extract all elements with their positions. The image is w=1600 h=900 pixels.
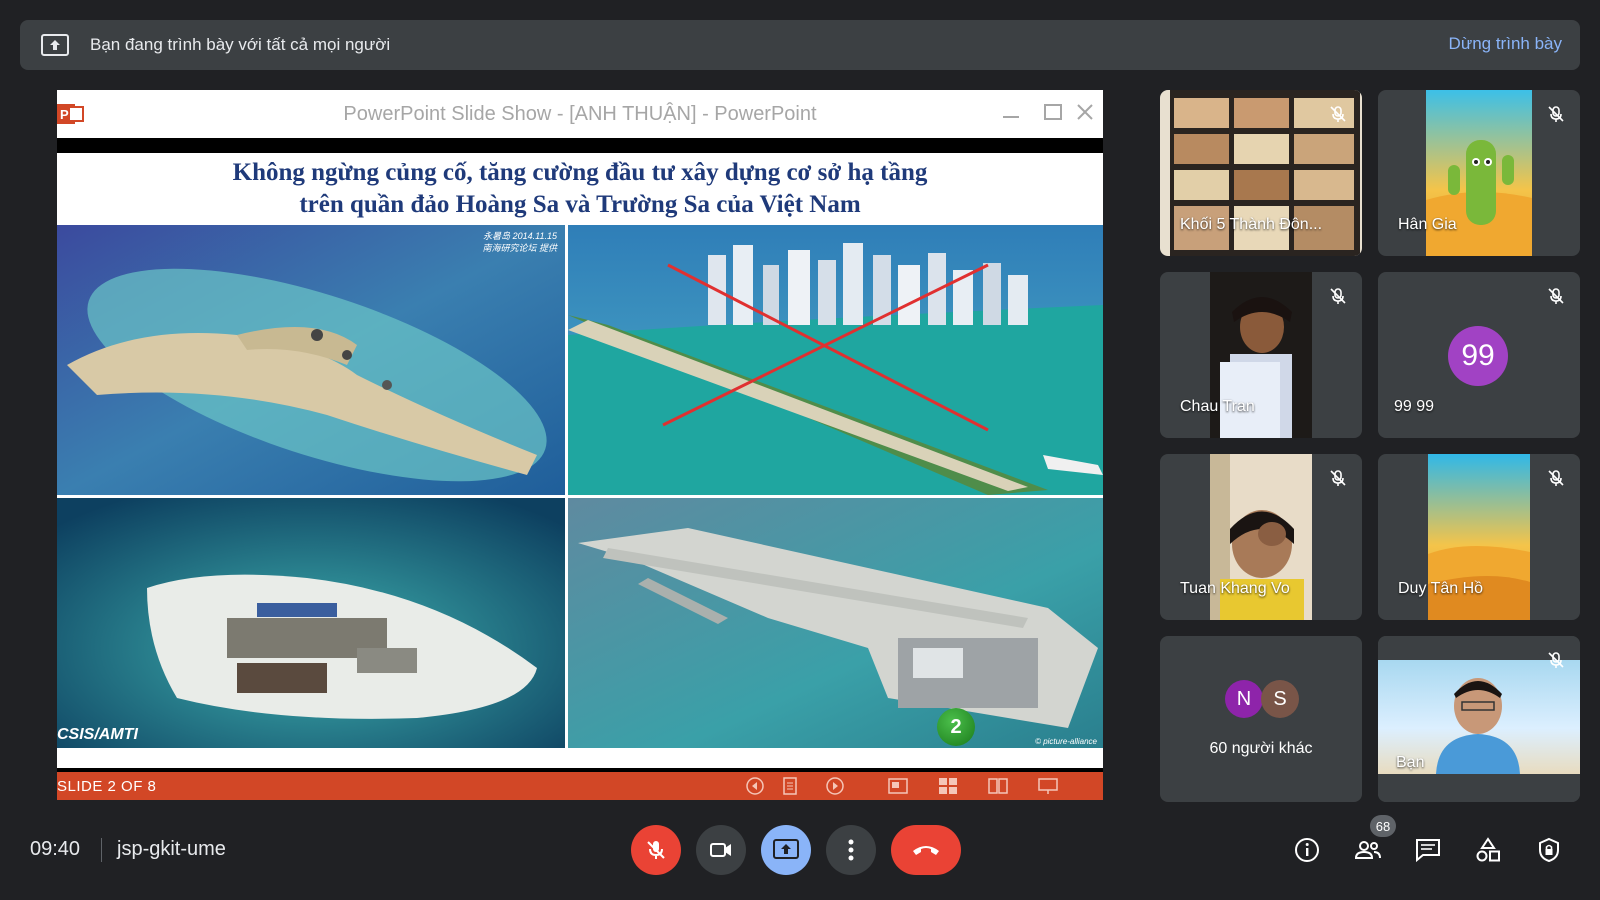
slide: Không ngừng củng cố, tăng cường đầu tư x… <box>57 153 1103 768</box>
meeting-details-button[interactable] <box>1292 836 1322 864</box>
activities-button[interactable] <box>1473 836 1503 864</box>
muted-mic-icon <box>1326 102 1350 126</box>
present-screen-icon <box>40 33 70 57</box>
presentation-window: P PowerPoint Slide Show - [ANH THUẬN] - … <box>57 90 1103 800</box>
people-button[interactable] <box>1353 836 1383 864</box>
slide-heading-line1: Không ngừng củng cố, tăng cường đầu tư x… <box>232 159 928 186</box>
divider <box>101 838 102 862</box>
muted-mic-icon <box>1326 466 1350 490</box>
chat-button[interactable] <box>1413 836 1443 864</box>
slide-heading: Không ngừng củng cố, tăng cường đầu tư x… <box>57 153 1103 225</box>
ppt-window-title: PowerPoint Slide Show - [ANH THUẬN] - Po… <box>343 102 817 125</box>
participant-name: Khối 5 Thành Đôn... <box>1180 216 1323 233</box>
slide-number-badge: 2 <box>937 708 975 746</box>
camera-icon <box>710 843 731 857</box>
normal-view-icon[interactable] <box>887 777 909 795</box>
slide-counter: SLIDE 2 OF 8 <box>57 777 157 795</box>
previous-slide-icon[interactable] <box>744 777 766 795</box>
presenting-banner: Bạn đang trình bày với tất cả mọi người … <box>20 20 1580 70</box>
slide-heading-line2: trên quần đảo Hoàng Sa và Trường Sa của … <box>299 191 861 218</box>
more-vert-icon <box>848 839 854 861</box>
participant-tile[interactable]: Tuan Khang Vo <box>1160 454 1362 620</box>
others-count-label: 60 người khác <box>1209 740 1313 757</box>
present-screen-icon <box>773 839 799 859</box>
leave-call-button[interactable] <box>891 825 961 875</box>
present-now-button[interactable] <box>761 825 811 875</box>
participant-mini-avatar: N <box>1225 680 1263 718</box>
more-options-button[interactable] <box>826 825 876 875</box>
participant-name: 99 99 <box>1394 398 1435 415</box>
chat-icon <box>1416 839 1440 862</box>
participant-tile[interactable]: Duy Tân Hồ <box>1378 454 1580 620</box>
slide-photo-island-construction: 永暑岛 2014.11.15 南海研究论坛 提供 <box>57 225 565 495</box>
participant-tile[interactable]: Hân Gia <box>1378 90 1580 256</box>
host-controls-button[interactable] <box>1534 836 1564 864</box>
slide-sorter-icon[interactable] <box>937 777 959 795</box>
next-slide-icon[interactable] <box>824 777 846 795</box>
muted-mic-icon <box>1544 102 1568 126</box>
slideshow-view-icon[interactable] <box>1037 777 1059 795</box>
meeting-code: jsp-gkit-ume <box>117 838 226 860</box>
hang-up-icon <box>913 846 939 855</box>
participant-name: Tuan Khang Vo <box>1180 580 1290 597</box>
photo-caption-csis: CSIS/AMTI <box>57 726 138 743</box>
participant-name: Chau Tran <box>1180 398 1255 415</box>
muted-mic-icon <box>1544 466 1568 490</box>
ppt-titlebar: P PowerPoint Slide Show - [ANH THUẬN] - … <box>57 90 1103 138</box>
meeting-clock: 09:40 <box>30 838 81 860</box>
camera-toggle-button[interactable] <box>696 825 746 875</box>
self-tile[interactable]: Bạn <box>1378 636 1580 802</box>
info-icon <box>1295 838 1319 862</box>
muted-mic-icon <box>1544 284 1568 308</box>
close-icon[interactable] <box>1071 100 1099 124</box>
participant-tile[interactable]: 99 99 99 <box>1378 272 1580 438</box>
microphone-toggle-button[interactable] <box>631 825 681 875</box>
slide-photo-city-runway <box>568 225 1103 495</box>
maximize-icon[interactable] <box>1039 100 1067 124</box>
mic-off-icon <box>647 841 665 859</box>
participant-name: Hân Gia <box>1398 216 1457 233</box>
others-tile[interactable]: N S 60 người khác <box>1160 636 1362 802</box>
participant-tile[interactable]: Khối 5 Thành Đôn... <box>1160 90 1362 256</box>
muted-mic-icon <box>1544 648 1568 672</box>
slide-photo-reef-base: CSIS/AMTI <box>57 498 565 748</box>
people-icon <box>1354 841 1381 859</box>
notes-icon[interactable] <box>779 777 801 795</box>
activities-icon <box>1476 837 1500 862</box>
slide-photo-airstrip-island: © picture-alliance <box>568 498 1103 748</box>
participant-count-badge: 68 <box>1370 815 1396 837</box>
stop-presenting-button[interactable]: Dừng trình bày <box>1449 34 1562 54</box>
self-name: Bạn <box>1396 754 1425 771</box>
photo-caption-copyright: © picture-alliance <box>1035 737 1097 746</box>
shield-lock-icon <box>1539 837 1559 863</box>
powerpoint-logo-icon: P <box>57 102 85 126</box>
presenting-message: Bạn đang trình bày với tất cả mọi người <box>90 35 391 54</box>
participant-avatar: 99 <box>1448 326 1508 386</box>
minimize-icon[interactable] <box>997 100 1025 124</box>
reading-view-icon[interactable] <box>987 777 1009 795</box>
participant-tile[interactable]: Chau Tran <box>1160 272 1362 438</box>
ppt-status-bar: SLIDE 2 OF 8 <box>57 772 1103 800</box>
participant-name: Duy Tân Hồ <box>1398 580 1484 597</box>
muted-mic-icon <box>1326 284 1350 308</box>
svg-text:P: P <box>60 107 69 122</box>
photo-caption-source: 南海研究论坛 提供 <box>482 243 557 253</box>
participant-mini-avatar: S <box>1261 680 1299 718</box>
